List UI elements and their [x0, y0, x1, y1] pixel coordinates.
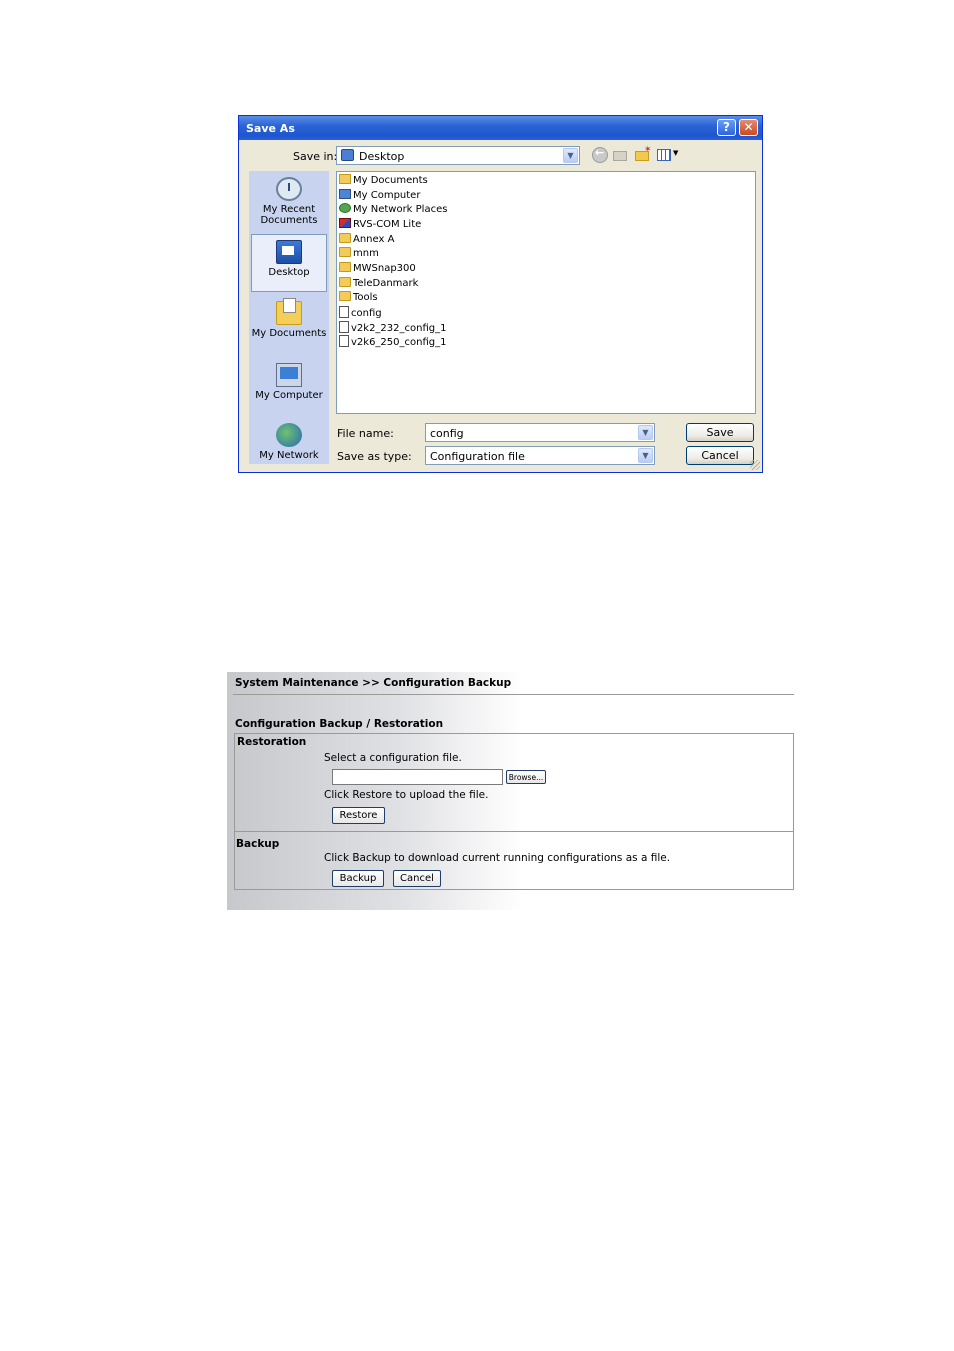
chevron-down-icon[interactable]: ▼ [638, 448, 653, 463]
file-name: v2k6_250_config_1 [351, 337, 447, 348]
document-icon [339, 306, 349, 318]
list-item[interactable]: config [339, 306, 382, 320]
new-folder-icon[interactable]: ✶ [635, 145, 652, 163]
places-bar: My Recent Documents Desktop My Documents… [249, 171, 329, 464]
place-label: My Network [259, 450, 319, 461]
file-name: v2k2_232_config_1 [351, 323, 447, 334]
cancel-button[interactable]: Cancel [393, 870, 441, 887]
file-name: mnm [353, 248, 379, 259]
file-name: My Documents [353, 175, 428, 186]
list-item[interactable]: My Network Places [339, 203, 447, 217]
document-icon [339, 321, 349, 333]
folder-icon [339, 291, 351, 301]
save-in-value: Desktop [359, 150, 405, 163]
dialog-title-bar[interactable]: Save As ? ✕ [239, 116, 762, 140]
save-as-type-value: Configuration file [430, 450, 525, 463]
up-folder-icon[interactable] [613, 147, 629, 163]
configuration-backup-panel: System Maintenance >> Configuration Back… [227, 672, 794, 910]
list-item[interactable]: MWSnap300 [339, 262, 416, 276]
recent-documents-icon [276, 177, 302, 201]
place-label: My Computer [255, 390, 323, 401]
file-name: TeleDanmark [353, 278, 419, 289]
network-places-icon [339, 203, 351, 213]
browse-button[interactable]: Browse... [506, 770, 546, 784]
backup-button[interactable]: Backup [332, 870, 384, 887]
folder-icon [339, 277, 351, 287]
save-as-type-dropdown[interactable]: Configuration file ▼ [425, 446, 655, 465]
my-computer-icon [339, 189, 351, 199]
place-my-computer[interactable]: My Computer [251, 363, 327, 403]
folder-icon [339, 247, 351, 257]
file-name: RVS-COM Lite [353, 219, 422, 230]
my-documents-icon [276, 298, 302, 325]
place-desktop[interactable]: Desktop [251, 234, 327, 292]
backup-restore-box: Restoration Select a configuration file.… [234, 733, 794, 890]
save-button[interactable]: Save [686, 423, 754, 442]
list-item[interactable]: mnm [339, 247, 379, 261]
file-name-field[interactable]: config ▼ [425, 423, 655, 442]
desktop-icon [276, 240, 302, 264]
list-item[interactable]: Annex A [339, 233, 394, 247]
place-my-documents[interactable]: My Documents [251, 298, 327, 341]
place-label: My Recent Documents [260, 204, 318, 226]
backup-title: Backup [236, 838, 280, 850]
chevron-down-icon[interactable]: ▼ [563, 148, 578, 163]
file-name: Annex A [353, 234, 395, 245]
views-menu-icon[interactable]: ▼ [657, 147, 679, 163]
list-item[interactable]: RVS-COM Lite [339, 218, 421, 232]
place-label: Desktop [268, 267, 310, 278]
file-name: config [351, 308, 382, 319]
save-in-label: Save in: [293, 150, 338, 163]
breadcrumb: System Maintenance >> Configuration Back… [235, 677, 512, 689]
dialog-title: Save As [246, 122, 295, 135]
file-name-value: config [430, 427, 464, 440]
list-item[interactable]: Tools [339, 291, 378, 305]
restoration-title: Restoration [237, 736, 307, 748]
place-label: My Documents [251, 328, 327, 339]
document-icon [339, 335, 349, 347]
resize-grip-icon[interactable] [750, 460, 760, 470]
list-item[interactable]: v2k2_232_config_1 [339, 321, 446, 335]
save-as-dialog: Save As ? ✕ Save in: Desktop ▼ ✶ ▼ My Re… [238, 115, 763, 473]
backup-hint-text: Click Backup to download current running… [324, 852, 671, 864]
file-name: My Network Places [353, 204, 448, 215]
list-item[interactable]: My Documents [339, 174, 428, 188]
list-item[interactable]: My Computer [339, 189, 420, 203]
close-button[interactable]: ✕ [739, 119, 758, 136]
desktop-icon [341, 149, 354, 161]
section-title: Configuration Backup / Restoration [235, 718, 444, 730]
file-name: My Computer [353, 190, 421, 201]
folder-icon [339, 233, 351, 243]
divider [233, 694, 794, 695]
my-computer-icon [276, 363, 302, 387]
save-in-dropdown[interactable]: Desktop ▼ [336, 146, 580, 165]
my-network-icon [276, 423, 302, 447]
restore-button[interactable]: Restore [332, 807, 385, 824]
file-name-label: File name: [337, 427, 394, 440]
place-my-network[interactable]: My Network [251, 423, 327, 463]
divider [235, 831, 793, 832]
folder-icon [339, 262, 351, 272]
file-path-input[interactable] [332, 769, 503, 785]
place-recent-documents[interactable]: My Recent Documents [251, 177, 327, 227]
file-name: Tools [353, 292, 378, 303]
back-icon[interactable] [592, 146, 608, 163]
cancel-button[interactable]: Cancel [686, 446, 754, 465]
help-button[interactable]: ? [717, 119, 736, 136]
file-name: MWSnap300 [353, 263, 416, 274]
restore-hint-text: Click Restore to upload the file. [324, 789, 489, 801]
select-file-text: Select a configuration file. [324, 752, 462, 764]
application-icon [339, 218, 351, 228]
list-item[interactable]: v2k6_250_config_1 [339, 335, 446, 349]
list-item[interactable]: TeleDanmark [339, 277, 418, 291]
file-list[interactable]: My Documents My Computer My Network Plac… [336, 171, 756, 414]
my-documents-icon [339, 174, 351, 184]
chevron-down-icon[interactable]: ▼ [638, 425, 653, 440]
save-as-type-label: Save as type: [337, 450, 412, 463]
